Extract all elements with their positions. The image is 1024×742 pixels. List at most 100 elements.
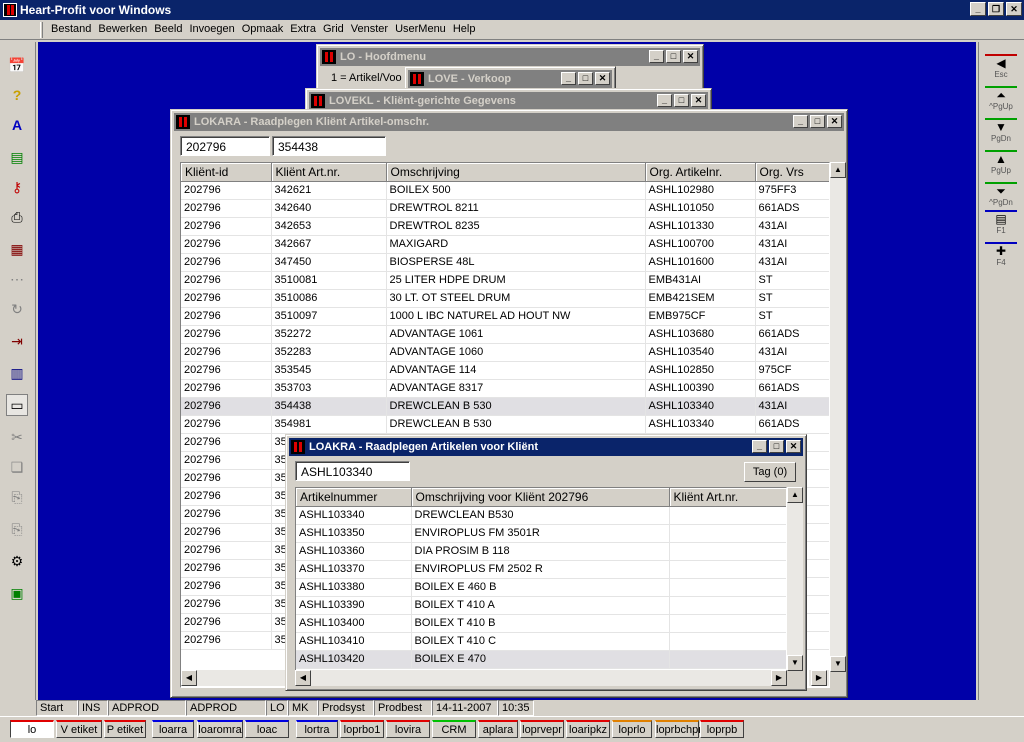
horizontal-scrollbar[interactable]: ◀ ▶ <box>295 670 787 686</box>
taskbar-item-loaripkz[interactable]: loaripkz <box>566 720 610 738</box>
copy-icon[interactable]: ❏ <box>6 456 28 478</box>
table-row[interactable]: ASHL103360 DIA PROSIM B 118 <box>296 542 786 561</box>
column-header[interactable]: Omschrijving voor Kliënt 202796 <box>411 488 670 507</box>
window-lo-titlebar[interactable]: LO - Hoofdmenu _ □ ✕ <box>320 48 700 66</box>
menu-help[interactable]: Help <box>452 20 482 40</box>
chart-icon[interactable]: ▥ <box>6 362 28 384</box>
taskbar-item-loprlo[interactable]: loprlo <box>612 720 652 738</box>
table-row[interactable]: ASHL103400 BOILEX T 410 B <box>296 614 786 633</box>
menu-beeld[interactable]: Beeld <box>153 20 188 40</box>
taskbar-item-v-etiket[interactable]: V etiket <box>56 720 102 738</box>
pgdn-button[interactable]: ▼ PgDn <box>985 118 1017 148</box>
ctrl-pgdn-button[interactable]: ⏷ ^PgDn <box>985 182 1017 212</box>
window-lokara-titlebar[interactable]: LOKARA - Raadplegen Kliënt Artikel-omsch… <box>174 113 844 131</box>
scroll-left-arrow-icon[interactable]: ◀ <box>181 670 197 686</box>
table-row[interactable]: ASHL103380 BOILEX E 460 B <box>296 578 786 597</box>
table-row[interactable]: 202796 354438 DREWCLEAN B 530 ASHL103340 431… <box>181 397 829 416</box>
column-header[interactable]: Artikelnummer <box>296 488 412 507</box>
scroll-up-arrow-icon[interactable]: ▲ <box>787 487 803 503</box>
window-loakra[interactable]: LOAKRA - Raadplegen Artikelen voor Kliën… <box>285 434 807 691</box>
close-button[interactable]: ✕ <box>786 440 801 453</box>
folder-icon[interactable]: ▤ <box>6 146 28 168</box>
scroll-left-arrow-icon[interactable]: ◀ <box>295 670 311 686</box>
table-row[interactable]: 202796 3510086 30 LT. OT STEEL DRUM EMB421S… <box>181 289 829 308</box>
horizontal-scrollbar[interactable]: ◀ <box>181 670 301 686</box>
taskbar-item-lo[interactable]: lo <box>10 720 54 738</box>
table-row[interactable]: 202796 354981 DREWCLEAN B 530 ASHL103340 661… <box>181 415 829 434</box>
taskbar-item-aplara[interactable]: aplara <box>478 720 518 738</box>
vertical-scrollbar[interactable]: ▲ ▼ <box>787 487 803 671</box>
minimize-button[interactable]: _ <box>793 115 808 128</box>
help-icon[interactable]: ? <box>6 84 28 106</box>
scroll-down-arrow-icon[interactable]: ▼ <box>830 656 846 672</box>
window-lovekl-titlebar[interactable]: LOVEKL - Kliënt-gerichte Gegevens _ □ ✕ <box>309 92 708 110</box>
menu-usermenu[interactable]: UserMenu <box>394 20 452 40</box>
grid-icon[interactable]: ⋯ <box>6 268 28 290</box>
table-row[interactable]: 202796 342653 DREWTROL 8235 ASHL101330 431AI <box>181 217 829 236</box>
minimize-button[interactable]: _ <box>752 440 767 453</box>
column-header[interactable]: Kliënt Art.nr. <box>669 488 786 507</box>
column-header[interactable]: Kliënt-id <box>181 163 272 182</box>
settings-icon[interactable]: ⚙ <box>6 550 28 572</box>
table-row[interactable]: ASHL103420 BOILEX E 470 <box>296 650 786 669</box>
window-love-titlebar[interactable]: LOVE - Verkoop _ □ ✕ <box>408 70 612 88</box>
pgup-button[interactable]: ▲ PgUp <box>985 150 1017 180</box>
scroll-down-arrow-icon[interactable]: ▼ <box>787 655 803 671</box>
close-button[interactable]: ✕ <box>1006 2 1022 16</box>
form-icon[interactable]: ▦ <box>6 238 28 260</box>
table-row[interactable]: 202796 352272 ADVANTAGE 1061 ASHL103680 661A… <box>181 325 829 344</box>
taskbar-item-loprbchpr[interactable]: loprbchpr <box>655 720 702 738</box>
table-row[interactable]: 202796 353703 ADVANTAGE 8317 ASHL100390 661A… <box>181 379 829 398</box>
table-row[interactable]: 202796 3510097 1000 L IBC NATUREL AD HOUT … <box>181 307 829 326</box>
taskbar-item-lovira[interactable]: lovira <box>386 720 430 738</box>
taskbar-item-lortra[interactable]: lortra <box>296 720 338 738</box>
taskbar-item-p-etiket[interactable]: P etiket <box>104 720 146 738</box>
refresh-icon[interactable]: ↻ <box>6 298 28 320</box>
table-row[interactable]: ASHL103410 BOILEX T 410 C <box>296 632 786 651</box>
column-header[interactable]: Omschrijving <box>386 163 646 182</box>
table-row[interactable]: ASHL103390 BOILEX T 410 A <box>296 596 786 615</box>
taskbar-item-loprvepr[interactable]: loprvepr <box>520 720 564 738</box>
maximize-button[interactable]: □ <box>810 115 825 128</box>
table-row[interactable]: 202796 342621 BOILEX 500 ASHL102980 975FF3 <box>181 181 829 200</box>
export-icon[interactable]: ⇥ <box>6 330 28 352</box>
ctrl-pgup-button[interactable]: ⏶ ^PgUp <box>985 86 1017 116</box>
article-search-field[interactable]: ASHL103340 <box>295 461 410 481</box>
scroll-up-arrow-icon[interactable]: ▲ <box>830 162 846 178</box>
maximize-button[interactable]: □ <box>674 94 689 107</box>
close-button[interactable]: ✕ <box>827 115 842 128</box>
window-love[interactable]: LOVE - Verkoop _ □ ✕ <box>404 66 616 90</box>
maximize-button[interactable]: □ <box>769 440 784 453</box>
calendar-icon[interactable]: 📅 <box>6 54 28 76</box>
table-row[interactable]: 202796 347450 BIOSPERSE 48L ASHL101600 431AI <box>181 253 829 272</box>
table-row[interactable]: 202796 352283 ADVANTAGE 1060 ASHL103540 431A… <box>181 343 829 362</box>
cut-icon[interactable]: ✂ <box>6 426 28 448</box>
article-nr-field[interactable]: 354438 <box>272 136 386 156</box>
table-row[interactable]: 202796 342667 MAXIGARD ASHL100700 431AI <box>181 235 829 254</box>
scroll-right-arrow-icon[interactable]: ▶ <box>811 670 827 686</box>
close-button[interactable]: ✕ <box>683 50 698 63</box>
taskbar-item-loarra[interactable]: loarra <box>152 720 194 738</box>
vertical-scrollbar[interactable]: ▲ ▼ <box>830 162 846 672</box>
taskbar-item-loprpb[interactable]: loprpb <box>700 720 744 738</box>
menu-item[interactable]: 1 = Artikel/Voo <box>331 72 402 84</box>
tag-button[interactable]: Tag (0) <box>744 462 796 482</box>
table-row[interactable]: 202796 353545 ADVANTAGE 114 ASHL102850 975CF <box>181 361 829 380</box>
menu-opmaak[interactable]: Opmaak <box>241 20 290 40</box>
table-row[interactable]: ASHL103350 ENVIROPLUS FM 3501R <box>296 524 786 543</box>
menu-invoegen[interactable]: Invoegen <box>188 20 240 40</box>
restore-button[interactable]: ❐ <box>988 2 1004 16</box>
close-button[interactable]: ✕ <box>595 72 610 85</box>
maximize-button[interactable]: □ <box>578 72 593 85</box>
minimize-button[interactable]: _ <box>970 2 986 16</box>
print-icon[interactable]: ⎙ <box>6 206 28 228</box>
menu-bestand[interactable]: Bestand <box>50 20 97 40</box>
window-loakra-titlebar[interactable]: LOAKRA - Raadplegen Artikelen voor Kliën… <box>289 438 803 456</box>
taskbar-item-loac[interactable]: loac <box>245 720 289 738</box>
paste-icon[interactable]: ⎘ <box>6 486 28 508</box>
font-icon[interactable]: A <box>6 114 28 136</box>
minimize-button[interactable]: _ <box>657 94 672 107</box>
key-icon[interactable]: ⚷ <box>6 176 28 198</box>
client-id-field[interactable]: 202796 <box>180 136 270 156</box>
minimize-button[interactable]: _ <box>561 72 576 85</box>
